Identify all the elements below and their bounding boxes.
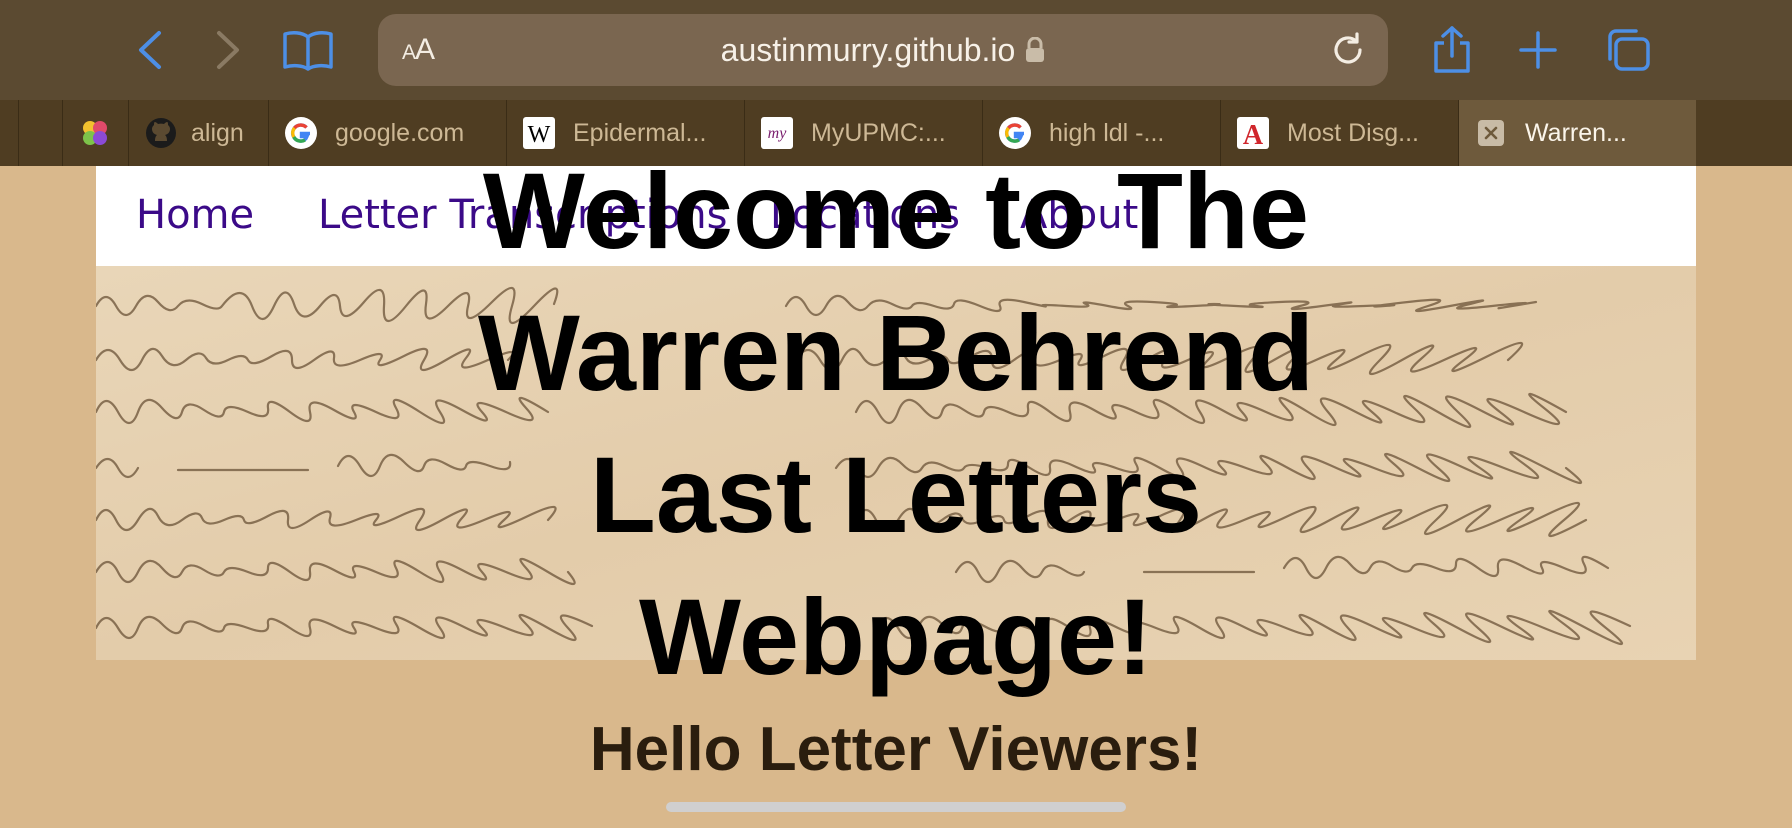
book-icon: [283, 31, 333, 71]
chevron-left-icon: [139, 31, 161, 69]
plus-icon: [1519, 31, 1557, 69]
tab-blank[interactable]: [18, 100, 62, 166]
forward-button[interactable]: [200, 22, 256, 78]
address-bar[interactable]: AA austinmurry.github.io: [378, 14, 1388, 86]
url-text: austinmurry.github.io: [720, 32, 1016, 68]
tab-github[interactable]: align: [128, 100, 268, 166]
tabs-overview-button[interactable]: [1600, 22, 1656, 78]
tab-title: Warren...: [1525, 118, 1627, 147]
share-icon: [1434, 26, 1470, 73]
back-button[interactable]: [122, 22, 178, 78]
bookmarks-button[interactable]: [280, 22, 336, 78]
home-indicator[interactable]: [666, 802, 1126, 812]
chevron-right-icon: [217, 31, 239, 69]
tab-multicolor[interactable]: [62, 100, 128, 166]
url-display[interactable]: austinmurry.github.io: [378, 14, 1388, 86]
multicolor-favicon: [79, 117, 111, 149]
github-icon: [145, 117, 177, 149]
tab-title: align: [191, 118, 244, 147]
new-tab-button[interactable]: [1510, 22, 1566, 78]
tab-warren-active[interactable]: Warren...: [1458, 100, 1696, 166]
browser-toolbar: AA austinmurry.github.io: [0, 0, 1792, 100]
share-button[interactable]: [1424, 22, 1480, 78]
page-title: Welcome to The Warren Behrend Last Lette…: [477, 150, 1315, 697]
close-icon[interactable]: [1475, 117, 1507, 149]
reload-icon[interactable]: [1330, 32, 1366, 68]
nav-link-home[interactable]: Home: [136, 192, 254, 238]
page-subtitle: Hello Letter Viewers!: [589, 715, 1203, 784]
lock-icon: [1026, 36, 1045, 62]
tabs-icon: [1608, 29, 1650, 71]
google-icon: [285, 117, 317, 149]
